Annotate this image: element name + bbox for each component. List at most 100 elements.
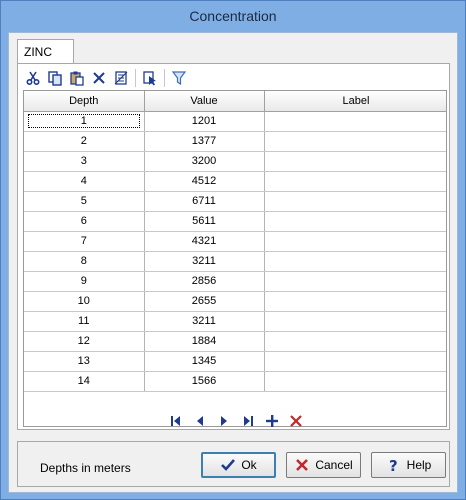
svg-text:?: ? [389,457,398,473]
dialog-client: ZINC Depth Value Label 1 1201 2 1377 3 3… [8,32,458,493]
delete-button[interactable] [88,67,110,89]
value-cell[interactable]: 6711 [144,191,265,212]
grid-body: 1 1201 2 1377 3 3200 4 4512 5 6711 6 5611 7 432… [24,111,446,392]
label-cell[interactable] [264,231,446,252]
label-cell[interactable] [264,331,446,352]
table-row[interactable]: 2 1377 [24,131,446,152]
first-record-icon [171,416,180,426]
table-row[interactable]: 6 5611 [24,211,446,232]
depth-cell[interactable]: 5 [24,191,145,212]
depth-cell[interactable]: 7 [24,231,145,252]
label-cell[interactable] [264,351,446,372]
checkmark-icon [221,459,236,471]
table-row[interactable]: 5 6711 [24,191,446,212]
value-cell[interactable]: 1884 [144,331,265,352]
depth-cell[interactable]: 13 [24,351,145,372]
depth-cell[interactable]: 2 [24,131,145,152]
value-cell[interactable]: 3211 [144,311,265,332]
grid-toolbar [22,67,190,89]
depth-cell[interactable]: 6 [24,211,145,232]
table-row[interactable]: 13 1345 [24,351,446,372]
column-header-value[interactable]: Value [144,91,265,112]
table-row[interactable]: 9 2856 [24,271,446,292]
depth-cell[interactable]: 12 [24,331,145,352]
label-cell[interactable] [264,291,446,312]
prior-record-button[interactable] [191,412,209,430]
label-cell[interactable] [264,131,446,152]
label-cell[interactable] [264,271,446,292]
select-button[interactable] [139,67,161,89]
help-icon: ? [389,457,398,473]
copy-button[interactable] [44,67,66,89]
cancel-button[interactable]: Cancel [286,452,361,478]
first-record-button[interactable] [167,412,185,430]
value-cell[interactable]: 1566 [144,371,265,392]
ok-button-label: Ok [241,458,257,472]
value-cell[interactable]: 2655 [144,291,265,312]
value-cell[interactable]: 1377 [144,131,265,152]
data-grid[interactable]: Depth Value Label 1 1201 2 1377 3 3200 4 451… [23,90,447,427]
last-record-button[interactable] [239,412,257,430]
dialog-footer: Depths in meters Ok Cancel ? Help [17,441,450,487]
table-row[interactable]: 1 1201 [24,111,446,132]
depth-cell[interactable]: 9 [24,271,145,292]
prior-record-icon [197,416,203,426]
label-cell[interactable] [264,251,446,272]
value-cell[interactable]: 5611 [144,211,265,232]
tab-panel: Depth Value Label 1 1201 2 1377 3 3200 4 451… [17,63,450,430]
value-cell[interactable]: 3211 [144,251,265,272]
value-cell[interactable]: 2856 [144,271,265,292]
label-cell[interactable] [264,151,446,172]
label-cell[interactable] [264,211,446,232]
toolbar-separator [135,69,136,87]
copy-icon [48,71,62,86]
depth-cell[interactable]: 3 [24,151,145,172]
table-row[interactable]: 4 4512 [24,171,446,192]
concentration-dialog: Concentration ZINC Depth Value Label 1 1… [0,0,466,500]
value-cell[interactable]: 4321 [144,231,265,252]
table-row[interactable]: 3 3200 [24,151,446,172]
value-cell[interactable]: 3200 [144,151,265,172]
clear-button[interactable] [110,67,132,89]
toolbar-separator [164,69,165,87]
column-header-depth[interactable]: Depth [24,91,145,112]
next-record-icon [221,416,227,426]
help-button[interactable]: ? Help [371,452,446,478]
delete-record-icon [290,415,302,427]
paste-button[interactable] [66,67,88,89]
help-button-label: Help [406,458,432,472]
table-row[interactable]: 7 4321 [24,231,446,252]
value-cell[interactable]: 1201 [144,111,265,132]
depth-cell[interactable]: 4 [24,171,145,192]
table-row[interactable]: 14 1566 [24,371,446,392]
table-row[interactable]: 11 3211 [24,311,446,332]
cancel-icon [296,459,309,471]
value-cell[interactable]: 4512 [144,171,265,192]
add-record-button[interactable] [263,412,281,430]
value-cell[interactable]: 1345 [144,351,265,372]
cancel-button-label: Cancel [315,458,353,472]
ok-button[interactable]: Ok [201,452,276,478]
filter-button[interactable] [168,67,190,89]
depth-cell[interactable]: 1 [24,111,145,132]
depth-cell[interactable]: 8 [24,251,145,272]
table-row[interactable]: 12 1884 [24,331,446,352]
cut-button[interactable] [22,67,44,89]
delete-icon [93,72,105,84]
label-cell[interactable] [264,171,446,192]
depth-cell[interactable]: 14 [24,371,145,392]
label-cell[interactable] [264,311,446,332]
depth-cell[interactable]: 11 [24,311,145,332]
column-header-label[interactable]: Label [264,91,446,112]
label-cell[interactable] [264,111,446,132]
label-cell[interactable] [264,191,446,212]
tab-zinc[interactable]: ZINC [17,39,74,64]
paste-icon [70,71,84,86]
label-cell[interactable] [264,371,446,392]
next-record-button[interactable] [215,412,233,430]
table-row[interactable]: 8 3211 [24,251,446,272]
table-row[interactable]: 10 2655 [24,291,446,312]
delete-record-button[interactable] [287,412,305,430]
record-navigator [167,409,305,433]
depth-cell[interactable]: 10 [24,291,145,312]
